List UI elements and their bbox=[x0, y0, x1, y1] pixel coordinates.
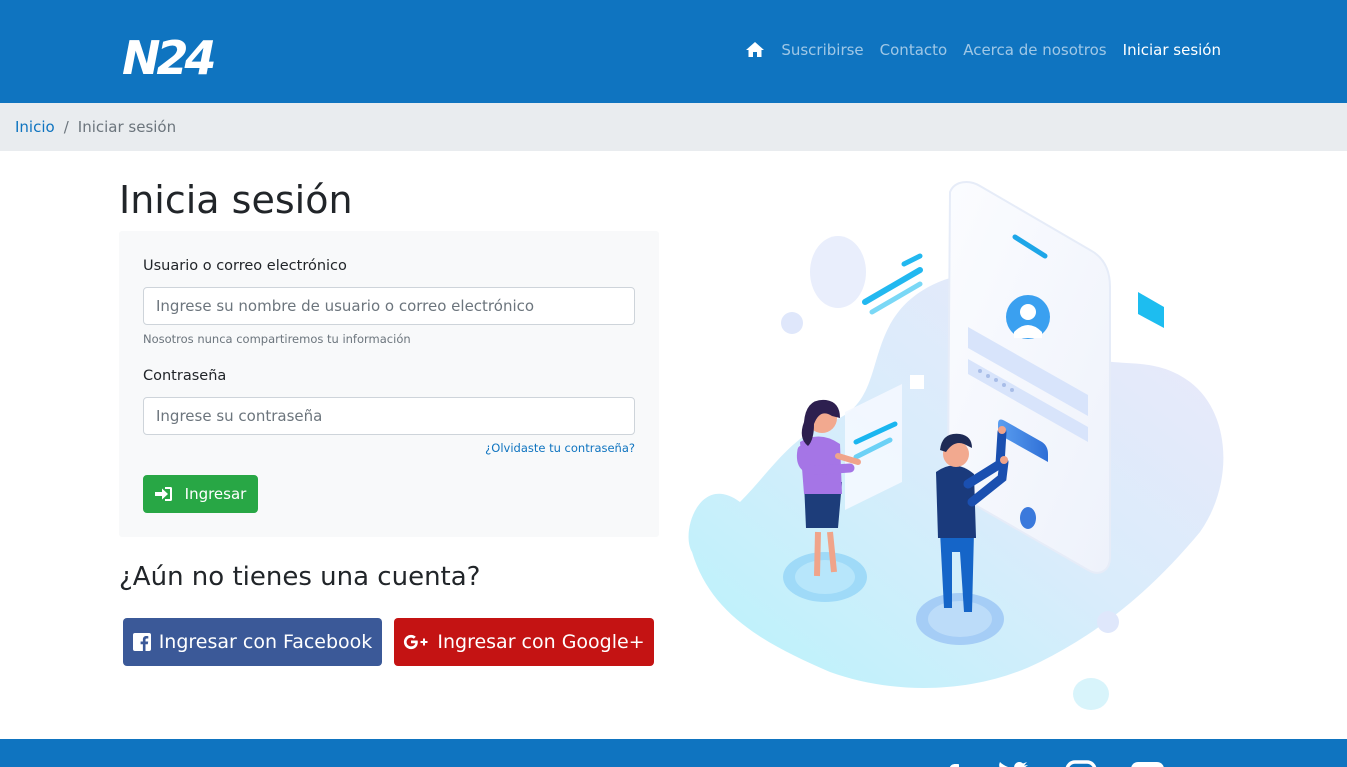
breadcrumb-separator: / bbox=[63, 118, 69, 136]
facebook-icon bbox=[132, 633, 151, 651]
nav-suscribirse[interactable]: Suscribirse bbox=[781, 41, 863, 59]
google-login-label: Ingresar con Google+ bbox=[437, 631, 645, 653]
login-button[interactable]: Ingresar bbox=[143, 475, 258, 513]
bubble bbox=[1097, 611, 1119, 633]
breadcrumb-home[interactable]: Inicio bbox=[15, 118, 55, 136]
logo-text: N24 bbox=[122, 31, 214, 78]
bubble bbox=[781, 312, 803, 334]
username-input[interactable] bbox=[143, 287, 635, 325]
n24-logo[interactable]: N24 bbox=[120, 26, 214, 78]
twitter-icon[interactable] bbox=[996, 759, 1030, 767]
google-plus-icon bbox=[404, 634, 428, 650]
bubble bbox=[1073, 678, 1109, 710]
username-help: Nosotros nunca compartiremos tu informac… bbox=[143, 332, 411, 346]
main-nav: Suscribirse Contacto Acerca de nosotros … bbox=[745, 40, 1221, 60]
breadcrumb: Inicio / Iniciar sesión bbox=[0, 103, 1347, 151]
footer bbox=[0, 739, 1347, 767]
bubble bbox=[810, 236, 866, 308]
password-input[interactable] bbox=[143, 397, 635, 435]
username-label: Usuario o correo electrónico bbox=[143, 258, 347, 274]
navbar: N24 Suscribirse Contacto Acerca de nosot… bbox=[0, 0, 1347, 103]
nav-contacto[interactable]: Contacto bbox=[880, 41, 948, 59]
nav-iniciar-sesion[interactable]: Iniciar sesión bbox=[1123, 41, 1221, 59]
home-icon[interactable] bbox=[745, 40, 765, 60]
youtube-icon[interactable] bbox=[1130, 759, 1164, 767]
instagram-icon[interactable] bbox=[1064, 759, 1098, 767]
password-label: Contraseña bbox=[143, 368, 227, 384]
facebook-login-label: Ingresar con Facebook bbox=[158, 631, 373, 653]
login-form: Usuario o correo electrónico Nosotros nu… bbox=[119, 231, 659, 537]
login-button-label: Ingresar bbox=[184, 485, 247, 503]
facebook-login-button[interactable]: Ingresar con Facebook bbox=[123, 618, 382, 666]
signup-title: ¿Aún no tienes una cuenta? bbox=[119, 562, 481, 592]
google-login-button[interactable]: Ingresar con Google+ bbox=[394, 618, 654, 666]
breadcrumb-current: Iniciar sesión bbox=[77, 118, 177, 136]
forgot-password-link[interactable]: ¿Olvidaste tu contraseña? bbox=[485, 441, 635, 455]
login-illustration bbox=[688, 181, 1224, 710]
nav-acerca[interactable]: Acerca de nosotros bbox=[963, 41, 1106, 59]
sign-in-icon bbox=[154, 487, 172, 501]
page-title: Inicia sesión bbox=[119, 178, 353, 222]
facebook-icon[interactable] bbox=[936, 759, 970, 767]
